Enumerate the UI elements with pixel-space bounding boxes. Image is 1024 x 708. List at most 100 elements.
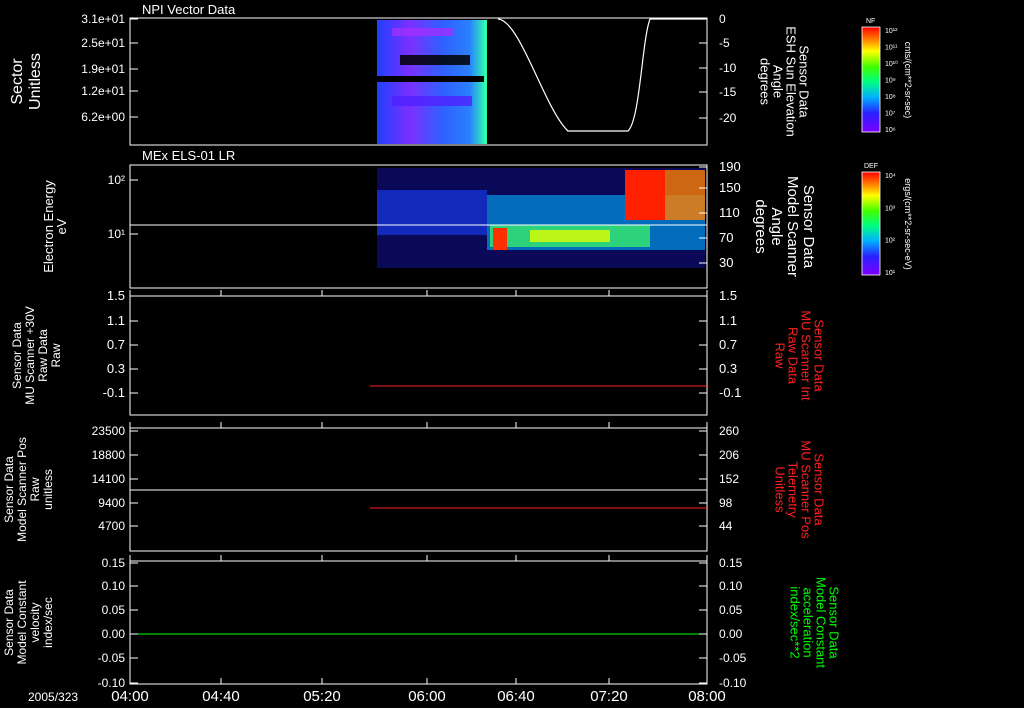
right-axis-label: Sensor DataESH Sun ElevationAngledegrees: [758, 26, 812, 137]
colorbar-els-gradient: [861, 171, 881, 276]
right-axis-label-line: Angle: [768, 207, 785, 245]
right-tick-label: 30: [719, 255, 733, 270]
right-tick-label: 152: [719, 472, 739, 486]
panel-title-els: MEx ELS-01 LR: [142, 148, 235, 163]
colorbar-tick-label: 10⁶: [885, 127, 896, 134]
els-red-region: [625, 170, 665, 220]
colorbar-tick-label: 10¹¹: [885, 45, 898, 52]
right-tick-label: -5: [719, 36, 730, 50]
colorbar-tick-label: 10³: [885, 205, 896, 212]
right-tick-label: 0.05: [719, 603, 743, 617]
right-tick-label: 0.7: [719, 337, 737, 352]
colorbar-tick-label: 10⁹: [885, 78, 896, 85]
right-tick-label: 190: [719, 159, 741, 174]
right-tick-label: -0.05: [719, 651, 747, 665]
left-axis-label-line: Model Constant: [15, 580, 29, 665]
right-tick-label: 206: [719, 448, 739, 462]
time-tick-label: 04:00: [111, 688, 149, 705]
panel-npi-vector: NPI Vector Data: [129, 2, 708, 146]
colorbar-tick-label: 10¹⁰: [885, 60, 898, 68]
time-axis: 2005/323 04:00 04:40 05:20 06:00 06:40 07:20 0…: [28, 290, 726, 705]
right-tick-label: 0.3: [719, 361, 737, 376]
left-tick-label: 9400: [98, 496, 125, 510]
left-tick-label: 4700: [98, 519, 125, 533]
left-axis-label: Sensor DataModel Scanner PosRawunitless: [2, 437, 55, 542]
right-axis-label-line: Raw: [773, 342, 788, 369]
colorbar-npi-gradient: [861, 26, 881, 133]
right-axis-label: Sensor DataMU Scanner PosTelemetryUnitle…: [773, 440, 827, 539]
left-axis-label: SectorUnitless: [9, 53, 44, 110]
els-red-spot: [493, 228, 507, 250]
left-tick-label: 0.05: [102, 603, 126, 617]
left-axis-label-line: Raw: [28, 477, 42, 501]
left-tick-label: 0.10: [102, 579, 126, 593]
left-axis-label: Electron EnergyeV: [41, 180, 69, 273]
colorbar-tick-label: 10²: [885, 238, 896, 245]
left-tick-label: 1.9e+01: [81, 62, 125, 76]
left-tick-label: 2.5e+01: [81, 36, 125, 50]
left-axis-label-line: velocity: [28, 602, 42, 642]
right-axis-label: Sensor DataMU Scanner IntRaw DataRaw: [773, 310, 827, 401]
left-axis-label-line: eV: [54, 218, 69, 234]
panel-frame: [129, 560, 708, 685]
colorbar-tick-label: 10¹: [885, 270, 896, 277]
colorbar-tick-label: 10¹²: [885, 28, 898, 35]
sun-elevation-line: [497, 18, 705, 132]
npi-gap: [400, 55, 470, 65]
panel-model-constant: [129, 560, 708, 685]
left-tick-label: 6.2e+00: [81, 110, 125, 124]
right-axis-label-line: degrees: [758, 58, 773, 105]
right-tick-label: -15: [719, 85, 737, 99]
right-axis-label: Sensor DataModel Constantaccelerationind…: [788, 577, 842, 668]
colorbar-unit: ergs/(cm**2-sr-sec-eV): [903, 178, 913, 270]
left-axis-label-line: unitless: [41, 469, 55, 510]
right-tick-label: 44: [719, 519, 733, 533]
npi-spectrogram-lower: [377, 82, 486, 144]
panel-els-spectrogram: MEx ELS-01 LR: [129, 148, 708, 289]
right-tick-label: -10: [719, 61, 737, 75]
left-axis-label-line: Raw: [49, 343, 63, 367]
right-tick-label: 0.10: [719, 579, 743, 593]
panel-scanner-pos: [129, 427, 708, 552]
colorbar-npi: NF: [861, 18, 881, 133]
right-tick-label: 70: [719, 230, 733, 245]
right-axis-label-line: degrees: [752, 199, 769, 253]
left-tick-label: 18800: [92, 448, 126, 462]
date-label: 2005/323: [28, 690, 78, 704]
time-tick-label: 05:20: [303, 688, 341, 705]
time-tick-label: 06:40: [497, 688, 535, 705]
right-tick-label: 0: [719, 12, 726, 26]
left-tick-label: 1.2e+01: [81, 84, 125, 98]
panel-title-npi: NPI Vector Data: [142, 2, 236, 17]
time-tick-label: 07:20: [590, 688, 628, 705]
colorbar-els-label: DEF: [864, 163, 878, 170]
colorbar-npi-label: NF: [866, 18, 875, 25]
colorbar-els: DEF: [861, 163, 881, 276]
right-tick-label: -20: [719, 111, 737, 125]
right-axis-label-line: Model Scanner: [784, 176, 801, 277]
right-tick-label: -0.1: [719, 385, 741, 400]
panel-mu-scanner-raw: [129, 295, 708, 416]
left-axis-label-line: Raw Data: [36, 329, 50, 382]
right-tick-label: 98: [719, 496, 733, 510]
colorbar-tick-label: 10⁸: [885, 94, 896, 101]
right-axis-label: Sensor DataModel ScannerAngledegrees: [752, 176, 817, 277]
right-tick-label: 0.15: [719, 556, 743, 570]
left-axis-label-line: Sector: [9, 58, 26, 105]
left-axis-label-line: index/sec: [41, 597, 55, 648]
left-tick-label: 14100: [92, 472, 126, 486]
left-axis-label: Sensor DataMU Scanner +30VRaw DataRaw: [10, 306, 63, 404]
colorbar-tick-label: 10⁴: [885, 173, 896, 180]
right-axis-label-line: Unitless: [773, 466, 788, 513]
plot-canvas: NPI Vector Data MEx ELS-01 LR 3.1e+012.5…: [2, 2, 913, 705]
right-tick-label: 110: [719, 205, 740, 220]
left-axis-label-line: MU Scanner +30V: [23, 306, 37, 404]
left-axis-label-line: Model Scanner Pos: [15, 437, 29, 542]
right-axis-label-line: Sensor Data: [800, 185, 817, 269]
left-tick-label: -0.1: [103, 385, 125, 400]
npi-band: [392, 96, 472, 106]
time-tick-label: 06:00: [408, 688, 446, 705]
panel-frame: [129, 295, 708, 416]
left-tick-label: 0.15: [102, 556, 126, 570]
colorbar-tick-label: 10⁷: [885, 111, 896, 118]
